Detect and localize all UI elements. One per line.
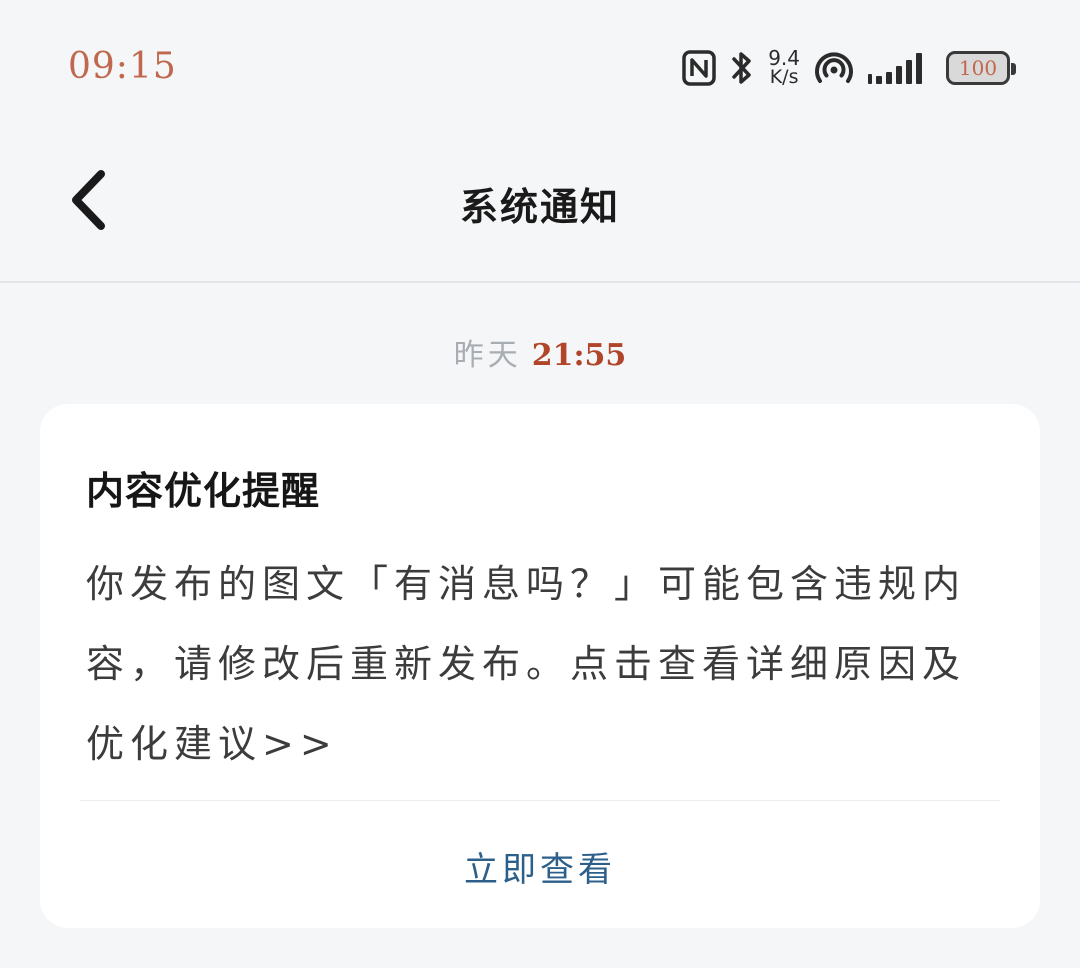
network-speed: 9.4 K/s: [768, 48, 800, 88]
bluetooth-icon: [730, 49, 754, 87]
notification-title: 内容优化提醒: [86, 468, 321, 513]
nav-header: 系统通知: [0, 130, 1080, 283]
network-speed-unit: K/s: [769, 66, 799, 88]
battery-icon: 100: [946, 51, 1016, 85]
nfc-icon: [682, 50, 716, 86]
status-time: 09:15: [68, 46, 177, 87]
message-timestamp: 昨天 21:55: [0, 330, 1080, 374]
status-bar: 09:15 9.4 K/s 100: [0, 0, 1080, 130]
battery-level: 100: [958, 56, 998, 80]
notification-card[interactable]: 内容优化提醒 你发布的图文「有消息吗？」可能包含违规内容，请修改后重新发布。点击…: [40, 404, 1040, 928]
view-now-button[interactable]: 立即查看: [40, 842, 1040, 891]
signal-icon: [868, 50, 932, 86]
notification-body[interactable]: 你发布的图文「有消息吗？」可能包含违规内容，请修改后重新发布。点击查看详细原因及…: [86, 544, 986, 784]
timestamp-time: 21:55: [531, 338, 627, 373]
card-divider: [80, 800, 1000, 801]
page-title: 系统通知: [459, 184, 620, 229]
hotspot-icon: [814, 49, 854, 87]
timestamp-day: 昨天: [453, 338, 522, 373]
status-icons: 9.4 K/s 100: [668, 44, 1016, 92]
